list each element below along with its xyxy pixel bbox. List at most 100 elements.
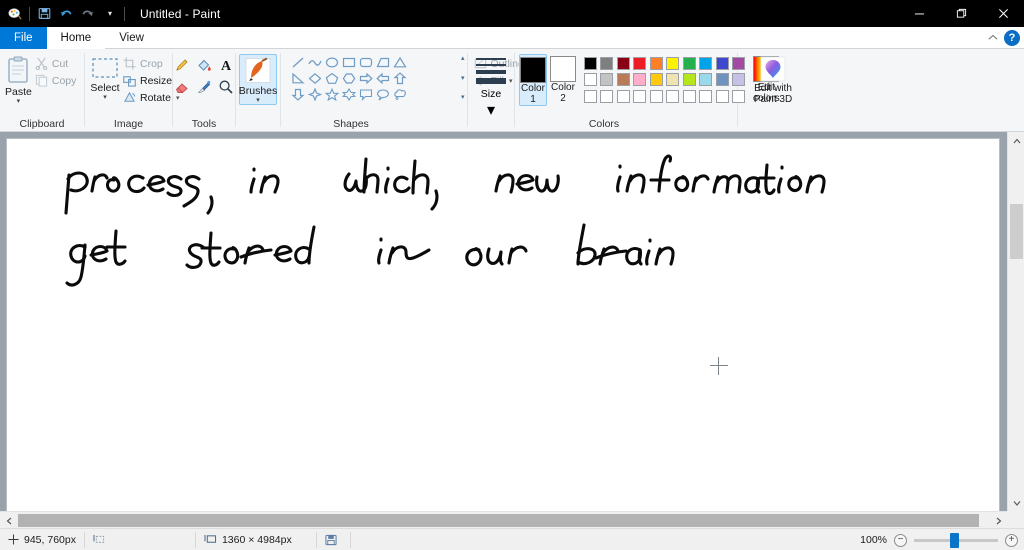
shape-pentagon[interactable] bbox=[323, 70, 340, 86]
collapse-ribbon-icon[interactable] bbox=[988, 33, 998, 43]
vertical-scroll-thumb[interactable] bbox=[1010, 204, 1023, 259]
palette-swatch[interactable] bbox=[599, 55, 616, 72]
shape-curve[interactable] bbox=[306, 54, 323, 70]
select-button[interactable]: Select ▾ bbox=[90, 54, 120, 101]
palette-swatch[interactable] bbox=[665, 72, 682, 89]
shape-rectangle[interactable] bbox=[340, 54, 357, 70]
zoom-slider-thumb[interactable] bbox=[950, 532, 959, 548]
palette-swatch[interactable] bbox=[582, 72, 599, 89]
tab-file[interactable]: File bbox=[0, 27, 47, 49]
horizontal-scroll-thumb[interactable] bbox=[18, 514, 979, 527]
palette-swatch[interactable] bbox=[615, 88, 632, 105]
size-button[interactable]: Size ▾ bbox=[473, 54, 509, 120]
help-icon[interactable]: ? bbox=[1004, 30, 1020, 46]
scroll-down-icon[interactable] bbox=[1008, 494, 1024, 511]
color-picker-tool[interactable] bbox=[193, 76, 215, 98]
palette-swatch[interactable] bbox=[599, 88, 616, 105]
shape-down-arrow[interactable] bbox=[289, 86, 306, 102]
shape-diamond[interactable] bbox=[306, 70, 323, 86]
palette-swatch[interactable] bbox=[632, 55, 649, 72]
shape-six-point-star[interactable] bbox=[340, 86, 357, 102]
shape-oval[interactable] bbox=[323, 54, 340, 70]
paint-app-icon[interactable] bbox=[4, 3, 26, 25]
shape-oval-callout[interactable] bbox=[374, 86, 391, 102]
palette-swatch[interactable] bbox=[648, 55, 665, 72]
shape-five-point-star[interactable] bbox=[323, 86, 340, 102]
paste-dropdown-caret[interactable]: ▾ bbox=[17, 98, 21, 105]
palette-swatch[interactable] bbox=[714, 72, 731, 89]
minimize-button[interactable] bbox=[898, 0, 940, 27]
shape-triangle[interactable] bbox=[391, 54, 408, 70]
shape-placeholder-1 bbox=[408, 54, 425, 70]
close-button[interactable] bbox=[982, 0, 1024, 27]
shape-rounded-rectangle[interactable] bbox=[357, 54, 374, 70]
palette-swatch[interactable] bbox=[615, 55, 632, 72]
shape-right-arrow[interactable] bbox=[357, 70, 374, 86]
tab-home[interactable]: Home bbox=[46, 27, 106, 49]
palette-swatch[interactable] bbox=[648, 88, 665, 105]
paint3d-group-label bbox=[738, 117, 808, 131]
shape-placeholder-9 bbox=[442, 86, 459, 102]
shape-rounded-callout[interactable] bbox=[357, 86, 374, 102]
palette-swatch[interactable] bbox=[698, 72, 715, 89]
color-2-button[interactable]: Color 2 bbox=[550, 54, 576, 104]
shape-cloud-callout[interactable] bbox=[391, 86, 408, 102]
shape-hexagon[interactable] bbox=[340, 70, 357, 86]
save-icon[interactable] bbox=[33, 3, 55, 25]
palette-swatch[interactable] bbox=[681, 55, 698, 72]
palette-swatch[interactable] bbox=[648, 72, 665, 89]
shape-up-arrow[interactable] bbox=[391, 70, 408, 86]
customize-qat-icon[interactable]: ▾ bbox=[99, 3, 121, 25]
brushes-button[interactable]: Brushes ▾ bbox=[239, 54, 277, 105]
scroll-up-icon[interactable] bbox=[1008, 132, 1024, 149]
paint-application-window: ▾ Untitled - Paint File Home View ? Past… bbox=[0, 0, 1024, 550]
zoom-out-button[interactable]: − bbox=[894, 533, 907, 547]
cut-button[interactable]: Cut bbox=[32, 55, 80, 72]
shapes-scroll-down-icon[interactable]: ▾ bbox=[461, 75, 465, 83]
eraser-tool[interactable] bbox=[171, 76, 193, 98]
palette-swatch[interactable] bbox=[698, 55, 715, 72]
palette-swatch[interactable] bbox=[599, 72, 616, 89]
fill-with-color-tool[interactable] bbox=[193, 54, 215, 76]
shape-line[interactable] bbox=[289, 54, 306, 70]
palette-swatch[interactable] bbox=[582, 88, 599, 105]
color-1-button[interactable]: Color 1 bbox=[519, 54, 547, 106]
palette-swatch[interactable] bbox=[714, 88, 731, 105]
tab-view[interactable]: View bbox=[105, 27, 158, 49]
palette-swatch[interactable] bbox=[632, 88, 649, 105]
horizontal-scrollbar[interactable] bbox=[0, 511, 1007, 528]
paste-button[interactable]: Paste ▾ bbox=[5, 54, 32, 105]
shape-four-point-star[interactable] bbox=[306, 86, 323, 102]
color-2-label-top: Color bbox=[551, 82, 575, 93]
select-dropdown-caret[interactable]: ▾ bbox=[103, 94, 107, 101]
zoom-in-button[interactable]: + bbox=[1005, 533, 1018, 547]
palette-swatch[interactable] bbox=[632, 72, 649, 89]
palette-swatch[interactable] bbox=[615, 72, 632, 89]
pencil-tool[interactable] bbox=[171, 54, 193, 76]
zoom-slider-track[interactable] bbox=[914, 532, 998, 548]
redo-icon[interactable] bbox=[77, 3, 99, 25]
undo-icon[interactable] bbox=[55, 3, 77, 25]
vertical-scrollbar[interactable] bbox=[1007, 132, 1024, 511]
palette-swatch[interactable] bbox=[714, 55, 731, 72]
shapes-scroll-up-icon[interactable]: ▴ bbox=[461, 55, 465, 63]
palette-swatch[interactable] bbox=[582, 55, 599, 72]
maximize-button[interactable] bbox=[940, 0, 982, 27]
magnifier-tool[interactable] bbox=[215, 76, 237, 98]
copy-button[interactable]: Copy bbox=[32, 72, 80, 89]
shape-left-arrow[interactable] bbox=[374, 70, 391, 86]
shapes-expand-icon[interactable]: ▾ bbox=[461, 94, 465, 102]
shape-right-triangle[interactable] bbox=[289, 70, 306, 86]
palette-swatch[interactable] bbox=[681, 72, 698, 89]
palette-swatch[interactable] bbox=[698, 88, 715, 105]
palette-swatch[interactable] bbox=[665, 88, 682, 105]
brushes-dropdown-caret[interactable]: ▾ bbox=[256, 97, 260, 104]
palette-swatch[interactable] bbox=[681, 88, 698, 105]
scroll-right-icon[interactable] bbox=[990, 512, 1007, 528]
palette-swatch[interactable] bbox=[665, 55, 682, 72]
scroll-left-icon[interactable] bbox=[0, 512, 17, 528]
shape-polygon[interactable] bbox=[374, 54, 391, 70]
text-tool[interactable]: A bbox=[215, 54, 237, 76]
drawing-canvas[interactable] bbox=[6, 138, 1000, 511]
edit-with-paint3d-button[interactable]: Edit with Paint 3D bbox=[743, 54, 803, 105]
